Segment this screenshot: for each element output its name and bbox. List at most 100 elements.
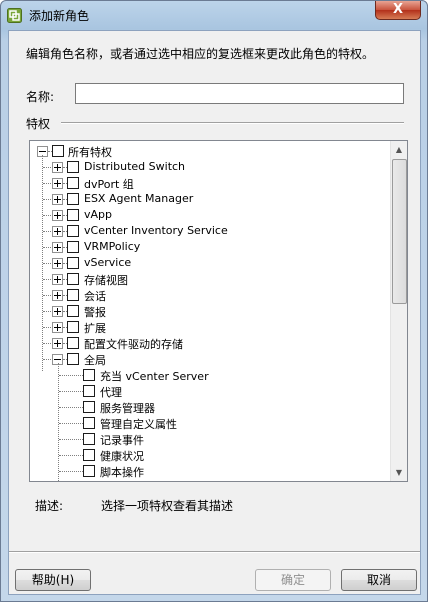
tree-item[interactable]: VRMPolicy (30, 239, 390, 255)
name-label: 名称: (26, 90, 55, 104)
privilege-checkbox[interactable] (67, 321, 79, 333)
tree-item-label: Distributed Switch (84, 160, 186, 173)
tree-item[interactable]: dvPort 组 (30, 175, 390, 191)
tree-subitem[interactable]: 记录事件 (30, 431, 390, 447)
tree-item[interactable]: vApp (30, 207, 390, 223)
privilege-checkbox[interactable] (83, 465, 95, 477)
privilege-checkbox[interactable] (83, 433, 95, 445)
tree-item-label: vApp (84, 208, 112, 221)
tree-root-label: 所有特权 (68, 146, 112, 159)
tree-item-label: 健康状况 (100, 450, 144, 463)
tree-item-label: 代理 (100, 386, 122, 399)
privilege-checkbox[interactable] (67, 177, 79, 189)
privilege-checkbox[interactable] (67, 161, 79, 173)
tree-item-label: 扩展 (84, 322, 106, 335)
tree-connector (59, 455, 83, 456)
privilege-checkbox[interactable] (67, 257, 79, 269)
expand-icon[interactable] (52, 258, 63, 269)
tree-item-label: 脚本操作 (100, 466, 144, 479)
tree-item[interactable]: 全局 (30, 351, 390, 367)
expand-icon[interactable] (52, 178, 63, 189)
privilege-checkbox[interactable] (52, 145, 64, 157)
tree-item-label: 记录事件 (100, 434, 144, 447)
tree-item-label: 配置文件驱动的存储 (84, 338, 183, 351)
tree-connector (43, 311, 51, 312)
tree-item[interactable]: 存储视图 (30, 271, 390, 287)
tree-item[interactable]: 扩展 (30, 319, 390, 335)
tree-subitem[interactable]: 管理自定义属性 (30, 415, 390, 431)
tree-connector (59, 407, 83, 408)
privilege-checkbox[interactable] (67, 289, 79, 301)
tree-connector (43, 215, 51, 216)
tree-item-label: 管理自定义属性 (100, 418, 177, 431)
footer-divider (9, 551, 420, 553)
tree-item[interactable]: 会话 (30, 287, 390, 303)
instructions-text: 编辑角色名称，或者通过选中相应的复选框来更改此角色的特权。 (26, 47, 375, 61)
tree-subitem[interactable]: 获取许可证 (30, 479, 390, 482)
title-bar[interactable]: 添加新角色 X (1, 1, 427, 29)
privilege-checkbox[interactable] (67, 305, 79, 317)
ok-button[interactable]: 确定 (255, 569, 331, 591)
tree-root-row[interactable]: 所有特权 (30, 143, 390, 159)
close-button[interactable]: X (375, 1, 421, 20)
privilege-checkbox[interactable] (83, 449, 95, 461)
cancel-button[interactable]: 取消 (341, 569, 417, 591)
help-button[interactable]: 帮助(H) (15, 569, 91, 591)
expand-icon[interactable] (52, 226, 63, 237)
tree-connector (59, 391, 83, 392)
expand-icon[interactable] (52, 210, 63, 221)
expand-icon[interactable] (52, 290, 63, 301)
privilege-checkbox[interactable] (67, 337, 79, 349)
description-text: 选择一项特权查看其描述 (101, 499, 234, 513)
tree-item[interactable]: vCenter Inventory Service (30, 223, 390, 239)
privilege-checkbox[interactable] (83, 481, 95, 482)
tree-item[interactable]: Distributed Switch (30, 159, 390, 175)
tree-connector (43, 199, 51, 200)
tree-item[interactable]: 警报 (30, 303, 390, 319)
tree-scrollbar[interactable]: ▲ ▼ (390, 141, 407, 481)
privileges-tree[interactable]: 所有特权 Distributed Switch dvPort 组 ESX Agent … (29, 140, 408, 482)
privilege-checkbox[interactable] (83, 385, 95, 397)
privilege-checkbox[interactable] (67, 225, 79, 237)
tree-connector (43, 231, 51, 232)
tree-connector (59, 471, 83, 472)
tree-item[interactable]: 配置文件驱动的存储 (30, 335, 390, 351)
privilege-checkbox[interactable] (67, 353, 79, 365)
tree-item-label: 警报 (84, 306, 106, 319)
tree-connector (59, 423, 83, 424)
scrollbar-thumb[interactable] (392, 159, 407, 304)
tree-subitem[interactable]: 代理 (30, 383, 390, 399)
tree-connector (43, 183, 51, 184)
expand-icon[interactable] (52, 274, 63, 285)
tree-subitem[interactable]: 健康状况 (30, 447, 390, 463)
dialog-window: 添加新角色 X 编辑角色名称，或者通过选中相应的复选框来更改此角色的特权。 名称… (0, 0, 428, 602)
tree-connector (43, 247, 51, 248)
expand-icon[interactable] (52, 242, 63, 253)
privilege-checkbox[interactable] (83, 417, 95, 429)
tree-item-label: dvPort 组 (84, 178, 134, 191)
tree-subitem[interactable]: 脚本操作 (30, 463, 390, 479)
privilege-checkbox[interactable] (83, 401, 95, 413)
expand-icon[interactable] (52, 338, 63, 349)
expand-icon[interactable] (52, 194, 63, 205)
expand-icon[interactable] (52, 306, 63, 317)
tree-item[interactable]: vService (30, 255, 390, 271)
privilege-checkbox[interactable] (67, 273, 79, 285)
privilege-checkbox[interactable] (67, 193, 79, 205)
scroll-up-icon[interactable]: ▲ (391, 141, 407, 158)
scroll-down-icon[interactable]: ▼ (391, 464, 407, 481)
tree-connector (59, 439, 83, 440)
tree-item[interactable]: ESX Agent Manager (30, 191, 390, 207)
description-label: 描述: (35, 499, 64, 513)
tree-subitem[interactable]: 服务管理器 (30, 399, 390, 415)
privilege-checkbox[interactable] (67, 209, 79, 221)
tree-connector (43, 343, 51, 344)
expand-icon[interactable] (52, 322, 63, 333)
tree-item-label: 存储视图 (84, 274, 128, 287)
expand-icon[interactable] (52, 162, 63, 173)
privilege-checkbox[interactable] (83, 369, 95, 381)
role-name-input[interactable] (75, 83, 404, 104)
tree-connector (43, 327, 51, 328)
privilege-checkbox[interactable] (67, 241, 79, 253)
tree-subitem[interactable]: 充当 vCenter Server (30, 367, 390, 383)
